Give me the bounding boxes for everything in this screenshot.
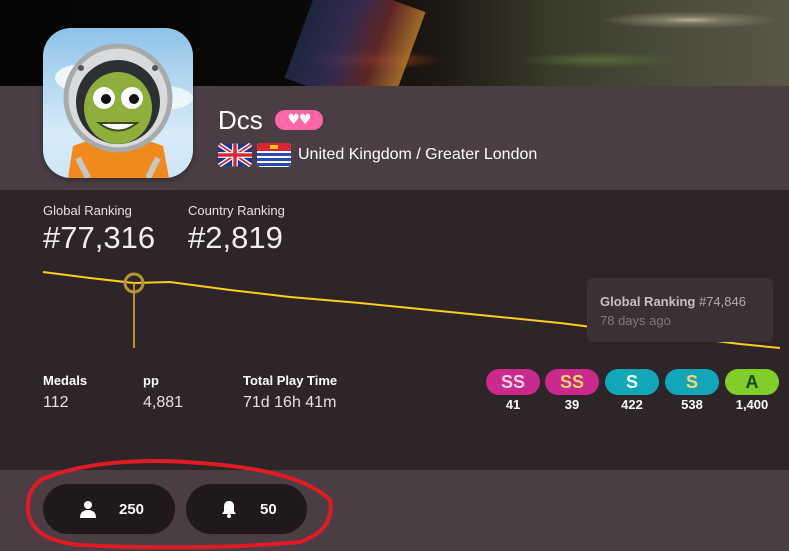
playtime-value: 71d 16h 41m xyxy=(243,394,337,411)
mapping-subscribers-button[interactable]: 50 xyxy=(186,484,307,534)
grade-ss-silver-badge: SS xyxy=(486,369,540,395)
grade-s-silver-count: 422 xyxy=(621,397,643,412)
location-text: United Kingdom / Greater London xyxy=(298,146,538,163)
grade-s-badge: S xyxy=(665,369,719,395)
medals-label: Medals xyxy=(43,373,88,388)
tooltip-label: Global Ranking xyxy=(600,294,696,309)
flags xyxy=(218,143,291,167)
tooltip-time: 78 days ago xyxy=(600,313,671,328)
medals-value[interactable]: 112 xyxy=(43,394,69,412)
followers-count: 250 xyxy=(119,500,145,518)
username: Dcs xyxy=(218,105,263,135)
grade-a-badge: A xyxy=(725,369,779,395)
pp-value: 4,881 xyxy=(143,394,184,411)
country-ranking-label: Country Ranking xyxy=(188,203,285,218)
global-ranking-value: #77,316 xyxy=(43,220,156,255)
tooltip-title: Global Ranking #74,846 xyxy=(600,294,746,309)
global-ranking-label: Global Ranking xyxy=(43,203,132,218)
grade-s-count: 538 xyxy=(681,397,703,412)
rank-tooltip: Global Ranking #74,846 78 days ago xyxy=(587,278,773,342)
avatar-image xyxy=(55,43,193,178)
grade-ss-badge: SS xyxy=(545,369,599,395)
supporter-badge[interactable]: ♥♥ xyxy=(275,110,323,130)
avatar[interactable] xyxy=(43,28,193,178)
user-icon xyxy=(80,501,96,518)
country-ranking-value: #2,819 xyxy=(188,220,283,255)
uk-flag-icon[interactable] xyxy=(218,143,252,167)
grade-s-silver-badge: S xyxy=(605,369,659,395)
bell-icon xyxy=(222,501,236,518)
followers-button[interactable]: 250 xyxy=(43,484,175,534)
pp-label: pp xyxy=(143,373,159,388)
tooltip-value: #74,846 xyxy=(698,294,746,309)
grade-ss-silver-count: 41 xyxy=(505,397,521,412)
playtime-label: Total Play Time xyxy=(243,373,338,388)
grade-a-count: 1,400 xyxy=(735,397,769,412)
mapping-count: 50 xyxy=(260,500,277,518)
grade-ss-count: 39 xyxy=(564,397,580,412)
london-flag-icon[interactable] xyxy=(257,143,291,167)
